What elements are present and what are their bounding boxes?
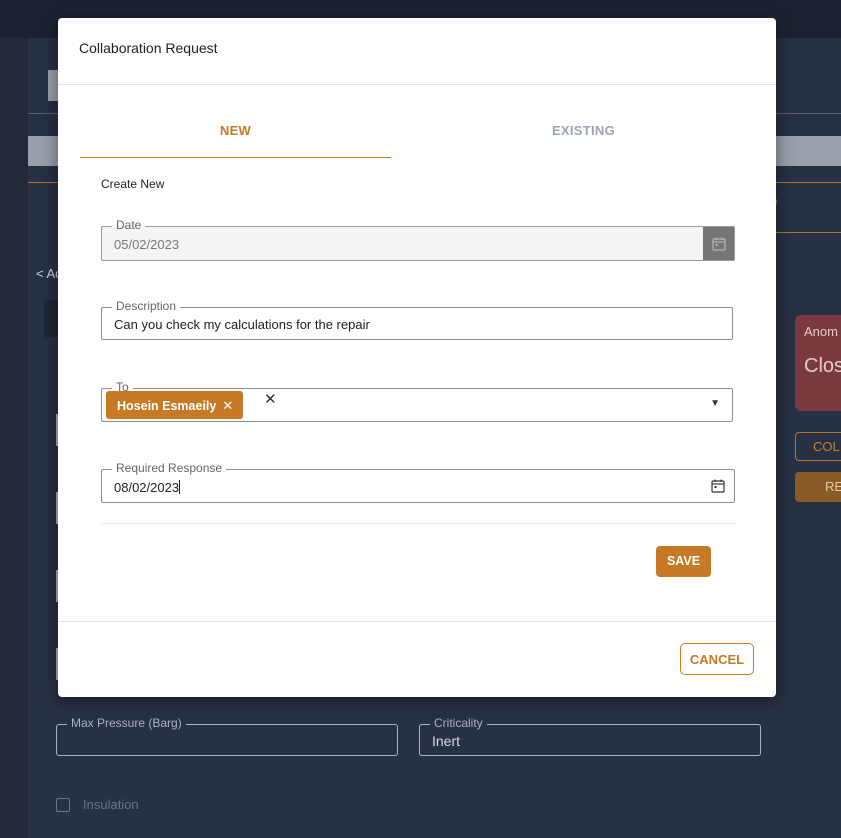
calendar-icon — [711, 237, 726, 251]
tab-existing[interactable]: EXISTING — [428, 108, 739, 158]
required-response-value: 08/02/2023 — [114, 480, 180, 495]
calendar-icon[interactable] — [711, 479, 725, 493]
background-filled-button[interactable]: RE — [795, 472, 841, 502]
insulation-label: Insulation — [83, 797, 139, 812]
date-label: Date — [112, 218, 146, 232]
background-outline-button[interactable]: COL — [795, 432, 841, 461]
recipient-chip-label: Hosein Esmaeily — [117, 399, 217, 413]
background-heading-block — [48, 70, 58, 101]
text-cursor — [179, 480, 181, 494]
section-title: Create New — [101, 177, 165, 191]
anomaly-card-title: Anom — [804, 324, 838, 339]
anomaly-status-card: Anom Clos — [795, 315, 841, 411]
background-bar-right — [776, 136, 841, 166]
insulation-checkbox[interactable] — [56, 798, 70, 812]
background-row — [44, 300, 58, 337]
request-tabs: NEW EXISTING — [80, 108, 754, 158]
dropdown-caret-icon[interactable]: ▼ — [710, 398, 720, 409]
background-bar-left — [28, 136, 58, 166]
criticality-field[interactable]: Criticality Inert — [419, 716, 761, 756]
required-response-field[interactable]: Required Response 08/02/2023 — [101, 461, 735, 503]
dialog-footer: CANCEL — [58, 621, 776, 697]
dialog-header: Collaboration Request — [58, 18, 776, 85]
clear-selection-icon[interactable]: ✕ — [264, 390, 277, 408]
description-label: Description — [112, 299, 181, 313]
date-value: 05/02/2023 — [114, 237, 180, 252]
required-response-input[interactable]: 08/02/2023 — [114, 480, 181, 495]
anomaly-card-value: Clos — [804, 355, 841, 377]
save-button[interactable]: SAVE — [656, 546, 711, 577]
date-field: Date 05/02/2023 — [101, 218, 735, 261]
form-divider — [101, 523, 735, 524]
tab-new[interactable]: NEW — [80, 108, 391, 158]
chip-remove-icon[interactable]: ✕ — [222, 398, 233, 413]
max-pressure-field[interactable]: Max Pressure (Barg) — [56, 716, 398, 756]
recipient-chip: Hosein Esmaeily ✕ — [106, 391, 244, 419]
criticality-value: Inert — [432, 733, 461, 749]
required-response-label: Required Response — [112, 461, 227, 475]
background-tab-underline — [776, 232, 841, 233]
collaboration-request-dialog: Collaboration Request NEW EXISTING Creat… — [58, 18, 776, 697]
criticality-label: Criticality — [430, 716, 487, 730]
description-input[interactable]: Can you check my calculations for the re… — [114, 317, 370, 332]
max-pressure-label: Max Pressure (Barg) — [67, 716, 186, 730]
cancel-button[interactable]: CANCEL — [680, 643, 754, 675]
background-tab-line-right — [776, 182, 841, 183]
to-field[interactable]: To Hosein Esmaeily ✕ ✕ ▼ — [101, 380, 733, 422]
description-field[interactable]: Description Can you check my calculation… — [101, 299, 733, 340]
dialog-title: Collaboration Request — [79, 40, 218, 56]
date-picker-button — [703, 227, 734, 260]
background-tab-line-left — [28, 182, 58, 183]
